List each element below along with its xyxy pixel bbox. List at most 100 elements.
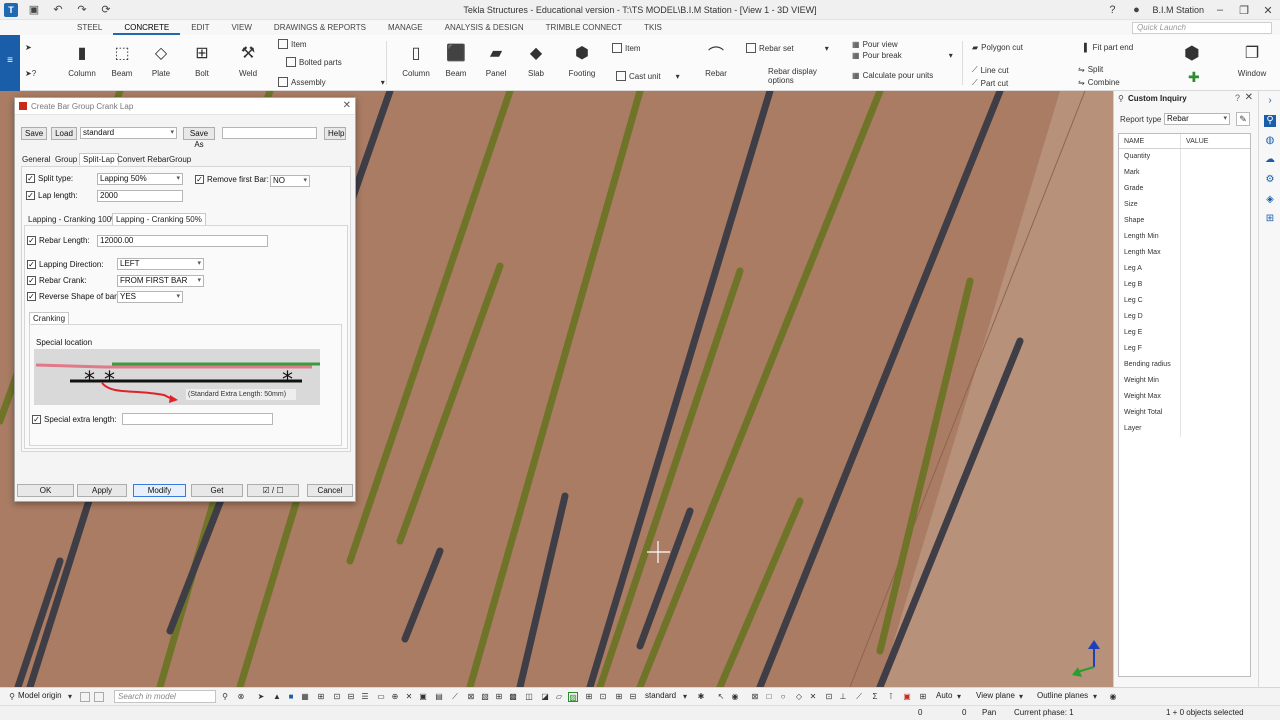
reverse-shape-checkbox[interactable]: ✓ <box>27 292 36 301</box>
select-details-icon[interactable]: ⊞ <box>584 692 594 702</box>
save-button[interactable]: Save <box>21 127 47 140</box>
plane-icon[interactable] <box>94 692 104 702</box>
ok-button[interactable]: OK <box>17 484 74 497</box>
select-views-icon[interactable]: ▤ <box>434 692 444 702</box>
rebar-display-options-button[interactable]: Rebar display options <box>746 67 817 85</box>
panel-button[interactable]: ▰ Panel <box>478 39 514 78</box>
rebar-set-button[interactable]: Rebar set ▾ <box>746 43 829 53</box>
lap-length-input[interactable]: 2000 <box>97 190 183 202</box>
tab-convert-rebargroup[interactable]: Convert RebarGroup <box>114 154 194 166</box>
select-assembly-icon[interactable]: ▦ <box>300 692 310 702</box>
select-faces-icon[interactable]: ▱ <box>554 692 564 702</box>
help-icon[interactable]: ? <box>1104 2 1120 18</box>
select-layouts-icon[interactable]: ⊞ <box>614 692 624 702</box>
tab-steel[interactable]: STEEL <box>66 20 113 35</box>
component-icon[interactable]: ⬢ <box>1184 43 1200 64</box>
combine-button[interactable]: ⇋ Combine <box>1078 78 1120 87</box>
view-plane-select[interactable]: View plane <box>976 691 1015 700</box>
select-seams-icon[interactable]: ⊡ <box>598 692 608 702</box>
chevron-down-icon[interactable]: ▾ <box>680 692 690 702</box>
restore-icon[interactable]: ❐ <box>1236 2 1252 18</box>
fit-part-end-button[interactable]: ▌ Fit part end <box>1084 43 1133 52</box>
rebar-length-input[interactable]: 12000.00 <box>97 235 268 247</box>
save-icon[interactable]: ▣ <box>26 2 42 18</box>
snap-arrow-icon[interactable]: ↖ <box>716 692 726 702</box>
auto-snap-select[interactable]: Auto <box>936 691 952 700</box>
minimize-icon[interactable]: – <box>1212 2 1228 18</box>
tab-group[interactable]: Group <box>52 154 80 166</box>
concrete-item-button[interactable]: Item <box>612 43 641 53</box>
lapping-direction-combo[interactable]: LEFT ▾ <box>117 258 204 270</box>
rebar-length-checkbox[interactable]: ✓ <box>27 236 36 245</box>
workplane-icon[interactable] <box>80 692 90 702</box>
dialog-close-icon[interactable]: ✕ <box>343 100 351 111</box>
help-button[interactable]: Help <box>324 127 346 140</box>
select-objects-icon[interactable]: ■ <box>286 692 296 702</box>
chevron-down-icon[interactable]: ▾ <box>65 692 75 702</box>
toggle-all-button[interactable]: ☑ / ☐ <box>247 484 299 497</box>
save-as-input[interactable] <box>222 127 317 139</box>
snap-settings-icon[interactable]: ✱ <box>696 692 706 702</box>
calculate-pour-units-button[interactable]: ▦ Calculate pour units <box>852 71 933 80</box>
outline-planes-select[interactable]: Outline planes <box>1037 691 1088 700</box>
select-edges-icon[interactable]: ◪ <box>540 692 550 702</box>
steel-item-button[interactable]: Item <box>278 39 307 49</box>
preset-combo[interactable]: standard ▾ <box>80 127 177 139</box>
part-cut-button[interactable]: ⟋ Part cut <box>972 78 1008 88</box>
custom-inquiry-tool-icon[interactable]: ⚲ <box>1264 115 1276 127</box>
chevron-down-icon[interactable]: ▾ <box>1016 692 1026 702</box>
inquiry-close-icon[interactable]: ✕ <box>1245 92 1253 103</box>
search-model-input[interactable]: Search in model <box>114 690 216 703</box>
cube-icon[interactable]: ◈ <box>1264 194 1276 206</box>
report-type-combo[interactable]: Rebar ▾ <box>1164 113 1230 125</box>
select-cut-icon[interactable]: ⟋ <box>450 692 460 702</box>
steel-beam-button[interactable]: ⬚ Beam <box>104 39 140 78</box>
cast-unit-button[interactable]: Cast unit ▾ <box>616 71 680 81</box>
split-type-combo[interactable]: Lapping 50% ▾ <box>97 173 183 185</box>
select-bolts-icon[interactable]: ⊡ <box>332 692 342 702</box>
lap-length-checkbox[interactable]: ✓ <box>26 191 35 200</box>
tab-tkis[interactable]: TKIS <box>633 20 673 35</box>
eye-icon[interactable]: ◉ <box>730 692 740 702</box>
tab-analysis-design[interactable]: ANALYSIS & DESIGN <box>434 20 535 35</box>
tab-split-lap[interactable]: Split-Lap <box>79 153 119 165</box>
snap-line-icon[interactable]: ⟋ <box>854 692 864 702</box>
snap-reference-lines-icon[interactable]: ⊠ <box>750 692 760 702</box>
save-as-button[interactable]: Save As <box>183 127 215 149</box>
modify-button[interactable]: Modify <box>133 484 186 497</box>
bolt-button[interactable]: ⊞ Bolt <box>184 39 220 78</box>
select-points-icon[interactable]: ✕ <box>404 692 414 702</box>
select-arrow-icon[interactable]: ➤ <box>25 43 32 52</box>
concrete-beam-button[interactable]: ⬛ Beam <box>438 39 474 78</box>
special-extra-length-input[interactable] <box>122 413 273 425</box>
rebar-button[interactable]: ⌒ Rebar <box>698 39 734 78</box>
globe-icon[interactable]: ◍ <box>1264 135 1276 147</box>
load-button[interactable]: Load <box>51 127 77 140</box>
get-button[interactable]: Get <box>191 484 243 497</box>
select-attached-icon[interactable]: ▩ <box>508 692 518 702</box>
inquiry-help-icon[interactable]: ? <box>1235 93 1240 103</box>
select-filter-icon[interactable]: ⊠ <box>466 692 476 702</box>
snap-nearest-icon[interactable]: ✕ <box>808 692 818 702</box>
rebar-bar[interactable] <box>596 267 744 687</box>
select-component-objects-icon[interactable]: ▨ <box>568 692 578 702</box>
chevron-down-icon[interactable]: ▾ <box>954 692 964 702</box>
tab-concrete[interactable]: CONCRETE <box>113 20 181 35</box>
add-component-icon[interactable]: ✚ <box>1188 69 1200 86</box>
grid-icon[interactable]: ⊞ <box>1264 213 1276 225</box>
snap-midpoint-icon[interactable]: ⊡ <box>824 692 834 702</box>
reverse-shape-combo[interactable]: YES ▾ <box>117 291 183 303</box>
select-components-icon[interactable]: ⊞ <box>316 692 326 702</box>
select-parts-icon[interactable]: ▲ <box>272 692 282 702</box>
pour-view-button[interactable]: ▦ Pour view <box>852 40 898 49</box>
remove-first-bar-combo[interactable]: NO ▾ <box>270 175 310 187</box>
concrete-column-button[interactable]: ▯ Column <box>398 39 434 78</box>
polygon-cut-button[interactable]: ▰ Polygon cut <box>972 43 1023 52</box>
cancel-button[interactable]: Cancel <box>307 484 353 497</box>
close-window-icon[interactable]: ✕ <box>1260 2 1276 18</box>
undo-icon[interactable]: ↶ <box>50 2 66 18</box>
selection-filter-select[interactable]: standard <box>645 691 676 700</box>
rebar-bar[interactable] <box>516 492 569 687</box>
apply-button[interactable]: Apply <box>77 484 127 497</box>
cloud-icon[interactable]: ☁ <box>1264 154 1276 166</box>
